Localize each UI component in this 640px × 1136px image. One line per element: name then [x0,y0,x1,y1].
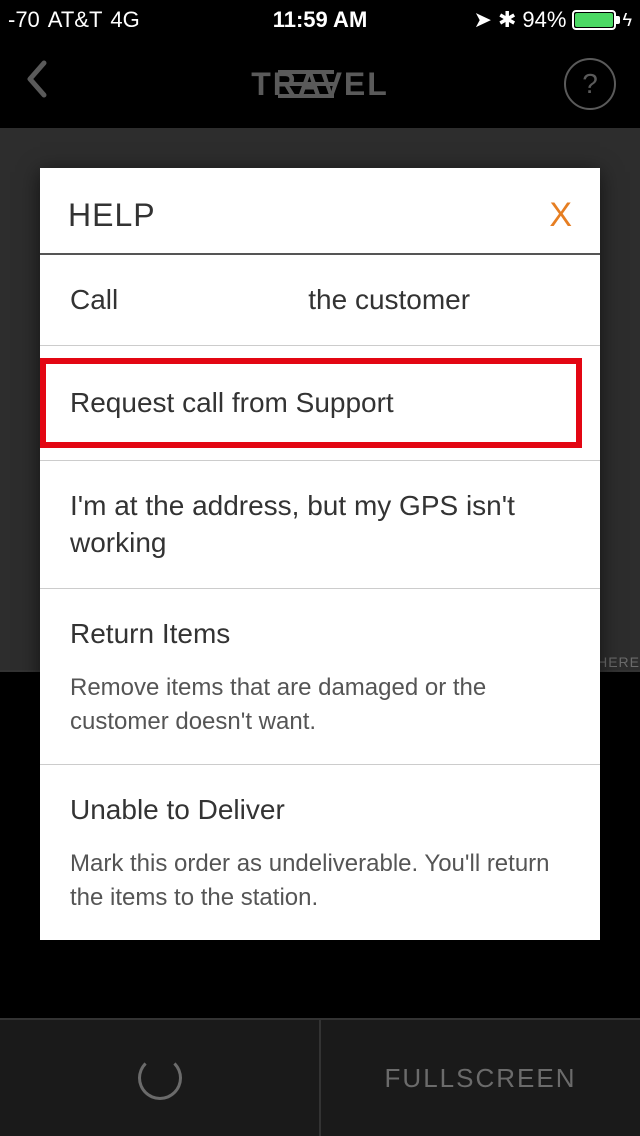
fullscreen-label: FULLSCREEN [385,1063,577,1094]
chevron-left-icon [24,59,48,99]
return-items-title: Return Items [70,615,570,653]
call-prefix: Call [70,281,118,319]
app-header: TRAVEL ? [0,40,640,128]
bottom-bar: FULLSCREEN [0,1018,640,1136]
status-left: -70 AT&T 4G [8,7,140,33]
redacted-space [118,281,308,319]
unable-deliver-title: Unable to Deliver [70,791,570,829]
location-icon: ➤ [474,7,492,33]
status-bar: -70 AT&T 4G 11:59 AM ➤ ✱ 94% ϟ [0,0,640,40]
charging-icon: ϟ [622,10,632,31]
battery-icon [572,10,616,30]
modal-body: Call the customer Request call from Supp… [40,255,600,940]
option-return-items[interactable]: Return Items Remove items that are damag… [40,589,600,765]
option-gps-issue[interactable]: I'm at the address, but my GPS isn't wor… [40,461,600,590]
unable-deliver-sub: Mark this order as undeliverable. You'll… [70,847,570,914]
bluetooth-icon: ✱ [498,7,516,33]
request-support-label: Request call from Support [70,384,552,422]
loading-button[interactable] [0,1020,321,1136]
menu-line-icon [278,70,334,74]
menu-line-icon [278,94,334,98]
gps-issue-label: I'm at the address, but my GPS isn't wor… [70,487,570,563]
help-button[interactable]: ? [564,58,616,110]
battery-pct: 94% [522,7,566,33]
question-icon: ? [582,68,598,100]
status-right: ➤ ✱ 94% ϟ [474,7,632,33]
carrier-label: AT&T [48,7,103,33]
modal-title: HELP [68,197,156,234]
option-request-support-wrap: Request call from Support [40,346,600,461]
option-request-support[interactable]: Request call from Support [40,358,582,448]
option-unable-deliver[interactable]: Unable to Deliver Mark this order as und… [40,765,600,940]
help-modal: HELP X Call the customer Request call fr… [40,168,600,940]
spinner-icon [138,1056,182,1100]
fullscreen-button[interactable]: FULLSCREEN [321,1020,640,1136]
network-type: 4G [110,7,139,33]
close-button[interactable]: X [549,196,572,235]
signal-strength: -70 [8,7,40,33]
modal-header: HELP X [40,168,600,255]
menu-button[interactable] [278,70,334,98]
back-button[interactable] [24,59,48,109]
option-call-customer[interactable]: Call the customer [40,255,600,346]
menu-line-icon [278,82,334,86]
call-suffix: the customer [308,281,470,319]
return-items-sub: Remove items that are damaged or the cus… [70,671,570,738]
